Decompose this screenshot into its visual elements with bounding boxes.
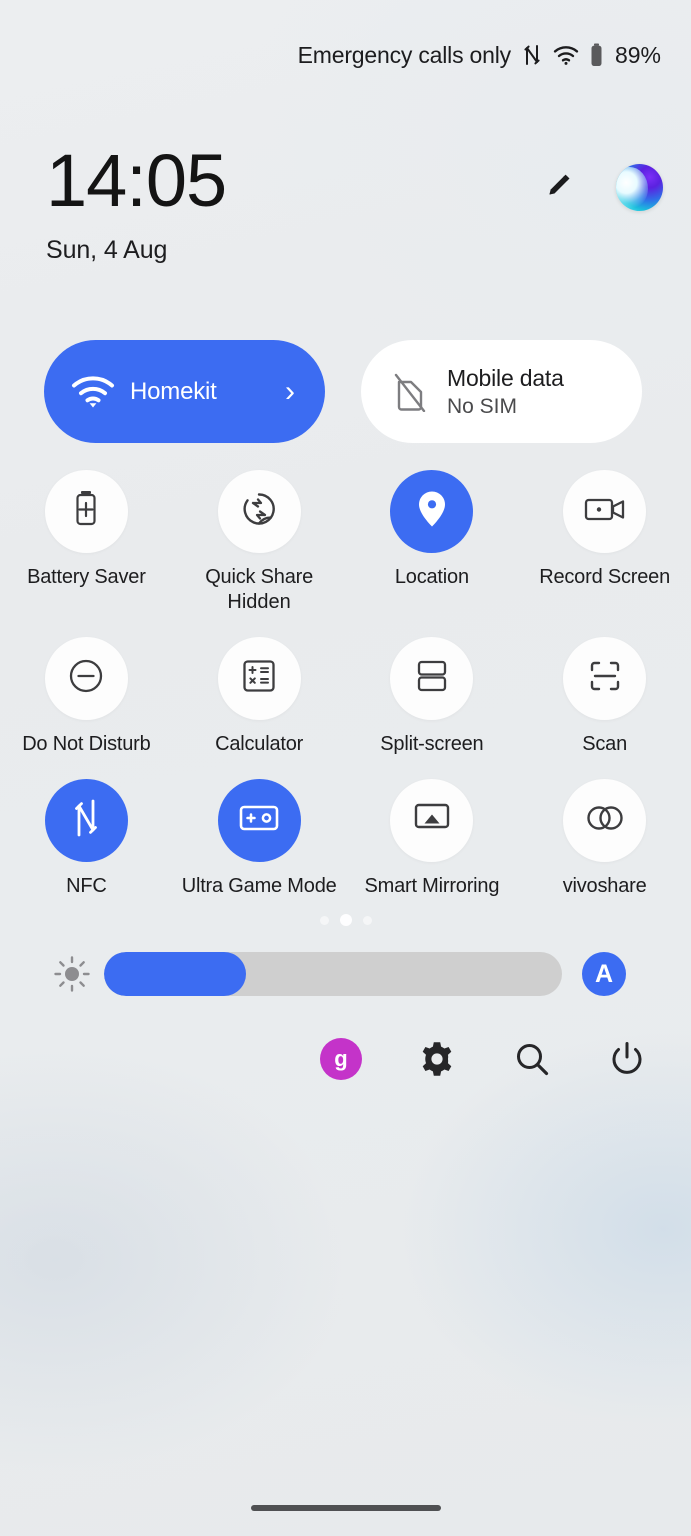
mobile-data-title: Mobile data — [447, 364, 564, 391]
brightness-row: A — [44, 952, 647, 996]
mobile-data-tile[interactable]: Mobile data No SIM — [361, 340, 642, 443]
page-dot[interactable] — [319, 915, 329, 925]
quick-tiles-grid: Battery Saver Quick Share Hidden Locatio… — [0, 470, 691, 899]
location-pin-icon — [415, 488, 449, 535]
tile-sublabel: Hidden — [227, 591, 291, 613]
tile-label: Ultra Game Mode — [181, 875, 337, 897]
battery-percent-label: 89% — [614, 41, 661, 68]
clock-time: 14:05 — [46, 139, 227, 222]
clock-block[interactable]: 14:05 Sun, 4 Aug — [46, 138, 227, 265]
tile-circle — [217, 637, 301, 720]
tile-label: Location — [394, 566, 469, 588]
quick-share-icon — [239, 489, 279, 534]
scan-frame-icon — [586, 657, 624, 700]
home-gesture-bar[interactable] — [250, 1505, 441, 1511]
quick-settings-footer: g — [0, 1038, 691, 1080]
battery-icon — [590, 43, 603, 67]
tile-smart-mirroring[interactable]: Smart Mirroring — [346, 779, 519, 899]
brightness-slider[interactable] — [104, 952, 562, 996]
tile-split-screen[interactable]: Split-screen — [346, 637, 519, 757]
tile-nfc[interactable]: NFC — [0, 779, 173, 899]
chevron-right-icon[interactable]: › — [285, 376, 299, 407]
carrier-status-text: Emergency calls only — [297, 41, 512, 68]
clock-header: 14:05 Sun, 4 Aug — [0, 138, 691, 265]
tile-label: Smart Mirroring — [364, 875, 500, 897]
tile-label: NFC — [66, 875, 107, 897]
clock-date: Sun, 4 Aug — [46, 236, 168, 264]
wifi-icon — [553, 45, 579, 65]
wifi-tile-text: Homekit — [130, 378, 285, 406]
wifi-tile[interactable]: Homekit › — [44, 340, 325, 443]
sim-off-icon — [387, 372, 433, 412]
nfc-icon — [522, 44, 542, 66]
page-dot[interactable] — [362, 915, 372, 925]
tile-label: vivoshare — [562, 875, 647, 897]
tile-circle — [563, 470, 647, 553]
tile-circle — [563, 637, 647, 720]
tile-label: Battery Saver — [27, 566, 146, 588]
status-bar: Emergency calls only 89% — [0, 0, 691, 110]
tile-battery-saver[interactable]: Battery Saver — [0, 470, 173, 615]
page-dot-active[interactable] — [339, 914, 352, 926]
connectivity-tiles: Homekit › Mobile data No SIM — [44, 340, 642, 443]
linked-circles-icon — [583, 803, 627, 838]
cast-screen-icon — [412, 801, 452, 840]
tile-circle — [217, 470, 301, 553]
tile-record-screen[interactable]: Record Screen — [518, 470, 691, 615]
user-avatar[interactable]: g — [320, 1038, 362, 1080]
tile-circle — [44, 470, 128, 553]
tile-label: Record Screen — [539, 566, 671, 588]
tile-circle — [390, 637, 474, 720]
tile-ultra-game-mode[interactable]: Ultra Game Mode — [173, 779, 346, 899]
gear-icon[interactable] — [417, 1039, 457, 1079]
wifi-icon — [70, 375, 116, 409]
tile-scan[interactable]: Scan — [518, 637, 691, 757]
tile-circle — [44, 779, 128, 862]
split-screen-icon — [414, 657, 450, 700]
battery-saver-icon — [68, 488, 104, 535]
tile-label: Calculator — [215, 733, 304, 755]
search-icon[interactable] — [512, 1039, 552, 1079]
nfc-icon — [71, 798, 101, 843]
auto-brightness-button[interactable]: A — [582, 952, 626, 996]
tile-label: Scan — [582, 733, 628, 755]
assistant-orb-icon[interactable] — [616, 164, 663, 211]
mobile-data-text: Mobile data No SIM — [447, 365, 616, 419]
tile-label: Quick Share — [205, 566, 314, 588]
video-camera-icon — [583, 493, 627, 530]
calculator-icon — [240, 657, 278, 700]
minus-circle-icon — [67, 657, 105, 700]
tile-circle — [44, 637, 128, 720]
tile-vivoshare[interactable]: vivoshare — [518, 779, 691, 899]
tile-location[interactable]: Location — [346, 470, 519, 615]
tile-quick-share[interactable]: Quick Share Hidden — [173, 470, 346, 615]
tile-label: Split-screen — [380, 733, 484, 755]
tile-do-not-disturb[interactable]: Do Not Disturb — [0, 637, 173, 757]
page-indicator — [0, 914, 691, 926]
power-icon[interactable] — [607, 1039, 647, 1079]
tile-label: Do Not Disturb — [22, 733, 151, 755]
brightness-slider-fill — [104, 952, 246, 996]
tile-circle — [217, 779, 301, 862]
game-controller-icon — [238, 802, 280, 839]
tile-circle — [563, 779, 647, 862]
quick-settings-panel: Emergency calls only 89% 14:05 Sun, 4 Au… — [0, 0, 691, 1536]
tile-circle — [390, 470, 474, 553]
mobile-data-subtitle: No SIM — [447, 394, 518, 418]
wifi-tile-title: Homekit — [130, 377, 217, 405]
pencil-edit-icon[interactable] — [544, 170, 574, 205]
brightness-sun-icon — [44, 954, 100, 994]
tile-calculator[interactable]: Calculator — [173, 637, 346, 757]
tile-circle — [390, 779, 474, 862]
header-actions — [544, 164, 663, 211]
